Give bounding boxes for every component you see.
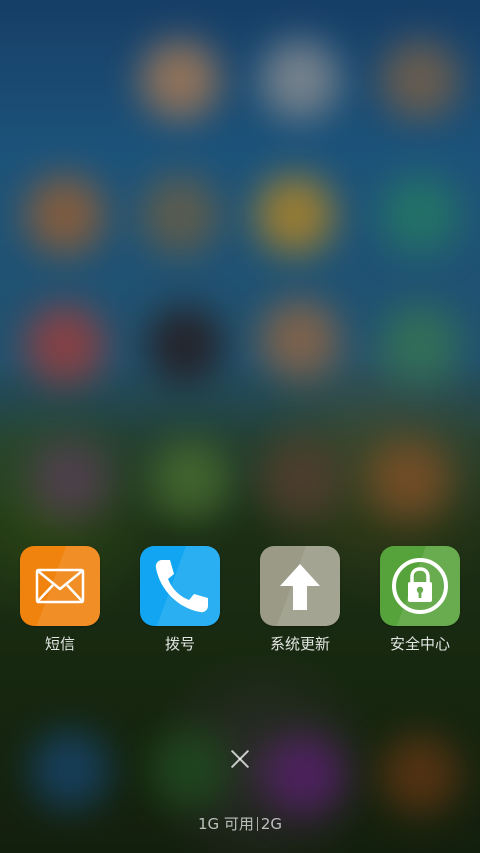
memory-status: 1G 可用 2G [0,814,480,834]
security-lock-icon [392,558,448,614]
phone-icon [155,560,208,613]
arrow-up-icon [280,564,320,610]
system-update-tile[interactable] [260,546,340,626]
memory-available: 1G 可用 [197,815,254,833]
app-dialer[interactable]: 拨号 [120,546,240,654]
app-label: 安全中心 [389,635,450,653]
close-icon[interactable] [228,747,252,771]
dialer-tile[interactable] [140,546,220,626]
app-label: 系统更新 [269,635,330,653]
dim-overlay [0,0,480,853]
memory-total: 2G [260,815,283,833]
security-center-tile[interactable] [380,546,460,626]
memory-separator [256,817,258,831]
sms-tile[interactable] [20,546,100,626]
app-system-update[interactable]: 系统更新 [240,546,360,654]
app-label: 拨号 [164,635,195,653]
app-label: 短信 [44,635,75,653]
quick-app-row: 短信 拨号 系统更新 安全中心 [0,546,480,666]
mail-icon [35,568,85,604]
app-security-center[interactable]: 安全中心 [360,546,480,654]
app-sms[interactable]: 短信 [0,546,120,654]
